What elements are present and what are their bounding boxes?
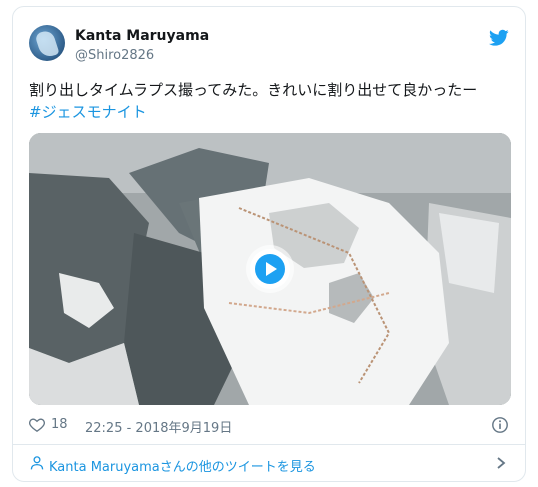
tweet-meta: 18 22:25 - 2018年9月19日	[29, 415, 509, 436]
tweet-text: 割り出しタイムラプス撮ってみた。きれいに割り出せて良かったー #ジェスモナイト	[29, 79, 511, 123]
chevron-right-icon[interactable]	[495, 456, 507, 470]
timestamp-link[interactable]: 22:25 - 2018年9月19日	[85, 417, 232, 436]
author-name[interactable]: Kanta Maruyama	[75, 28, 209, 44]
more-tweets-link[interactable]: Kanta Maruyamaさんの他のツイートを見る	[29, 453, 509, 477]
embedded-tweet-card: Kanta Maruyama @Shiro2826 割り出しタイムラプス撮ってみ…	[12, 6, 526, 482]
play-button[interactable]	[250, 249, 290, 289]
like-count[interactable]: 18	[51, 417, 68, 432]
twitter-bird-icon[interactable]	[489, 29, 509, 47]
heart-icon[interactable]	[29, 417, 45, 432]
info-icon[interactable]	[491, 416, 509, 434]
play-icon[interactable]	[255, 254, 285, 284]
hashtag-link[interactable]: #ジェスモナイト	[29, 101, 511, 123]
person-icon	[30, 456, 44, 470]
tweet-body: 割り出しタイムラプス撮ってみた。きれいに割り出せて良かったー	[29, 81, 478, 99]
author-handle[interactable]: @Shiro2826	[75, 48, 154, 63]
divider	[13, 444, 525, 445]
avatar[interactable]	[29, 25, 65, 61]
video-thumbnail[interactable]	[29, 133, 511, 405]
tweet-header: Kanta Maruyama @Shiro2826	[29, 21, 509, 65]
more-tweets-label[interactable]: Kanta Maruyamaさんの他のツイートを見る	[49, 456, 316, 475]
